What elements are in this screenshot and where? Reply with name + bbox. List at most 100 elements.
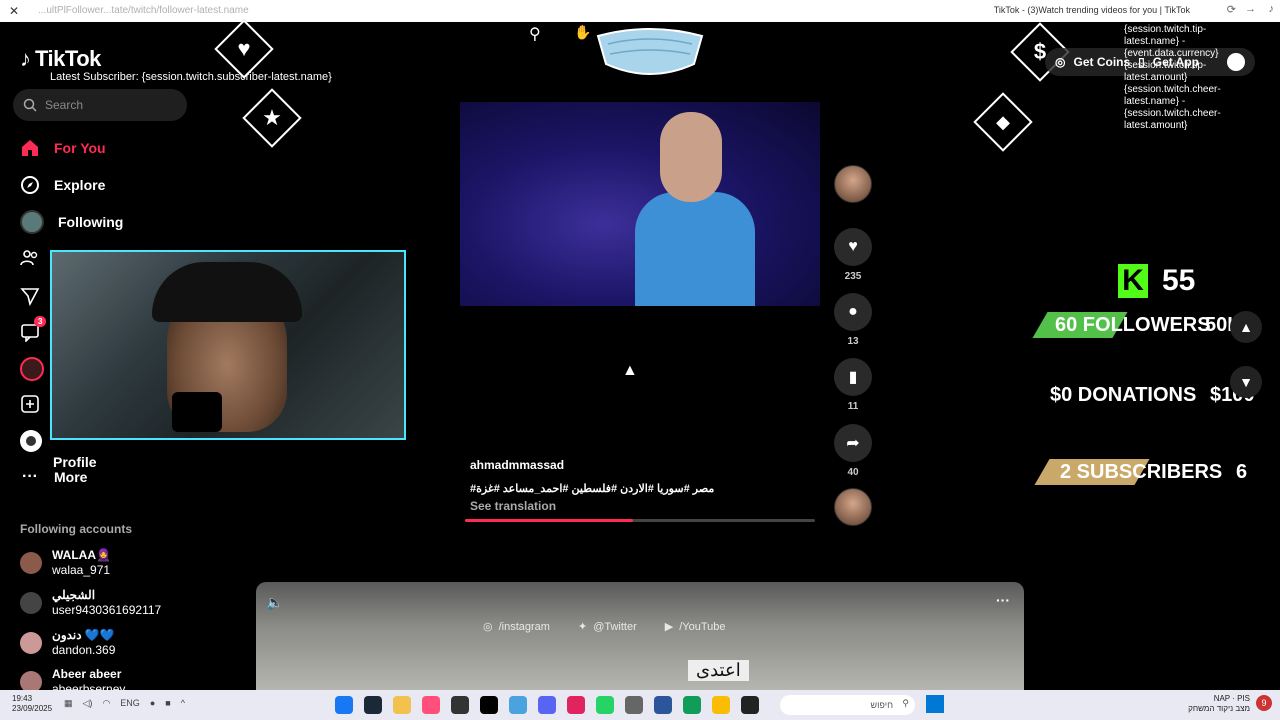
heart-icon: ♥: [834, 228, 872, 266]
taskbar-status-line1: NAP · PIS: [1213, 694, 1250, 703]
window-title: TikTok - (3)Watch trending videos for yo…: [993, 5, 1190, 15]
mic-icon[interactable]: ●: [150, 698, 155, 709]
tiktok-logo[interactable]: ♪ TikTok: [20, 46, 101, 72]
browser-titlebar: ✕ ...ultPlFollower...tate/twitch/followe…: [0, 0, 1280, 22]
wifi-icon[interactable]: ◠: [102, 698, 110, 709]
mouse-icon: ⚲: [529, 26, 541, 43]
webcam-overlay: [50, 250, 406, 440]
app-icon[interactable]: [567, 696, 585, 714]
tiktok-tab-icon[interactable]: ♪: [1269, 3, 1275, 15]
nav-profile[interactable]: [20, 430, 42, 452]
comment-count: 13: [847, 336, 859, 347]
comment-button[interactable]: ● 13: [834, 293, 872, 347]
obs-icon[interactable]: [451, 696, 469, 714]
following-account[interactable]: الشجيلي user9430361692117: [20, 588, 161, 618]
nav-friends[interactable]: [20, 248, 40, 268]
share-button[interactable]: ➦ 40: [834, 424, 872, 478]
youtube-link: ▶ /YouTube: [664, 620, 726, 634]
calculator-icon[interactable]: [625, 696, 643, 714]
music-disc-avatar: [834, 488, 872, 526]
taskbar-status: NAP · PIS מצב ניקוד המשחק: [1188, 694, 1250, 714]
plus-square-icon: [20, 394, 40, 414]
chrome-icon[interactable]: [712, 696, 730, 714]
avatar: [20, 592, 42, 614]
more-options-icon[interactable]: ···: [996, 592, 1010, 608]
tray-icon[interactable]: ▦: [64, 698, 73, 709]
next-video[interactable]: 🔈 ···: [256, 582, 1024, 690]
streamer-mic: [172, 392, 222, 432]
store-icon[interactable]: [654, 696, 672, 714]
edge-icon[interactable]: [683, 696, 701, 714]
following-account[interactable]: دندون 💙💙 dandon.369: [20, 628, 115, 658]
terminal-icon[interactable]: [741, 696, 759, 714]
tiktok-icon[interactable]: [480, 696, 498, 714]
live-avatar-icon: [20, 357, 44, 381]
nav-explore[interactable]: Explore: [20, 175, 105, 195]
chevron-up-icon[interactable]: ^: [181, 698, 185, 709]
comment-icon: ●: [834, 293, 872, 331]
get-coins-label[interactable]: Get Coins: [1073, 55, 1130, 69]
windows-start-icon[interactable]: [926, 695, 944, 713]
logo-text: TikTok: [35, 46, 101, 71]
nav-more[interactable]: ··· More: [20, 467, 87, 487]
tiktok-studio-icon[interactable]: [422, 696, 440, 714]
followers-count: 60 FOLLOWERS: [1055, 314, 1211, 336]
url-text[interactable]: ...ultPlFollower...tate/twitch/follower-…: [38, 5, 249, 16]
streamer-cap: [152, 262, 302, 322]
following-account[interactable]: WALAA🧕 walaa_971: [20, 548, 111, 578]
cheer-latest-overlay: {session.twitch.cheer-latest.name} - {se…: [1124, 84, 1221, 131]
save-button[interactable]: ▮ 11: [834, 358, 872, 412]
author-avatar[interactable]: [834, 165, 872, 203]
refresh-icon[interactable]: ⟳: [1227, 3, 1236, 16]
nav-activity[interactable]: [20, 286, 40, 306]
scroll-down-button[interactable]: ▼: [1230, 366, 1262, 398]
instagram-label: /instagram: [498, 620, 550, 633]
search-box[interactable]: [13, 89, 187, 121]
video-person-shirt: [635, 192, 755, 306]
nav-for-you[interactable]: For You: [20, 138, 106, 158]
instagram-icon: ◎: [483, 621, 493, 633]
video-author[interactable]: ahmadmmassad: [470, 458, 810, 472]
folder-icon[interactable]: [393, 696, 411, 714]
donations-count: $0 DONATIONS: [1050, 384, 1197, 406]
like-count: 235: [844, 271, 862, 282]
messages-badge: 3: [34, 316, 47, 327]
nav-messages[interactable]: 3: [20, 316, 47, 342]
chevron-up-icon: ▲: [1239, 319, 1253, 335]
video-hashtags[interactable]: #مصر #سوريا #الاردن #فلسطين #احمد_مساعد …: [470, 482, 810, 495]
tray-icon[interactable]: ■: [165, 698, 170, 709]
home-icon: [20, 138, 40, 158]
taskbar-clock[interactable]: 19:43 23/09/2025: [12, 694, 52, 714]
search-icon: ⚲: [902, 698, 909, 708]
account-display-name: Abeer abeer: [52, 667, 122, 681]
video-progress-bar[interactable]: [465, 519, 815, 522]
app-icon[interactable]: [509, 696, 527, 714]
forward-icon[interactable]: →: [1245, 3, 1256, 15]
account-display-name: دندون 💙💙: [52, 628, 115, 642]
notification-count[interactable]: 9: [1256, 695, 1272, 711]
account-handle: user9430361692117: [52, 603, 162, 617]
scroll-up-button[interactable]: ▲: [1230, 311, 1262, 343]
nav-live[interactable]: [20, 357, 44, 381]
volume-icon[interactable]: 🔈: [266, 594, 283, 611]
youtube-icon: ▶: [664, 621, 674, 633]
music-disc[interactable]: [834, 488, 872, 526]
nav-upload[interactable]: [20, 394, 40, 414]
discord-icon[interactable]: [538, 696, 556, 714]
nav-following[interactable]: Following: [20, 210, 123, 234]
whatsapp-icon[interactable]: [596, 696, 614, 714]
see-translation-link[interactable]: See translation: [470, 499, 810, 513]
search-input[interactable]: [45, 98, 175, 112]
subscribers-count: 2 SUBSCRIBERS: [1060, 461, 1223, 483]
language-indicator[interactable]: ENG: [120, 698, 140, 709]
like-button[interactable]: ♥ 235: [834, 228, 872, 282]
bookmark-icon: ▮: [834, 358, 872, 396]
volume-icon[interactable]: ◁): [83, 698, 93, 709]
steam-icon[interactable]: [364, 696, 382, 714]
kick-logo-icon: K: [1118, 264, 1148, 298]
taskbar-time: 19:43: [12, 694, 33, 703]
main-video[interactable]: [460, 102, 820, 306]
taskbar-search[interactable]: חיפוש ⚲: [780, 695, 915, 715]
close-icon[interactable]: ✕: [9, 4, 19, 18]
facebook-icon[interactable]: [335, 696, 353, 714]
